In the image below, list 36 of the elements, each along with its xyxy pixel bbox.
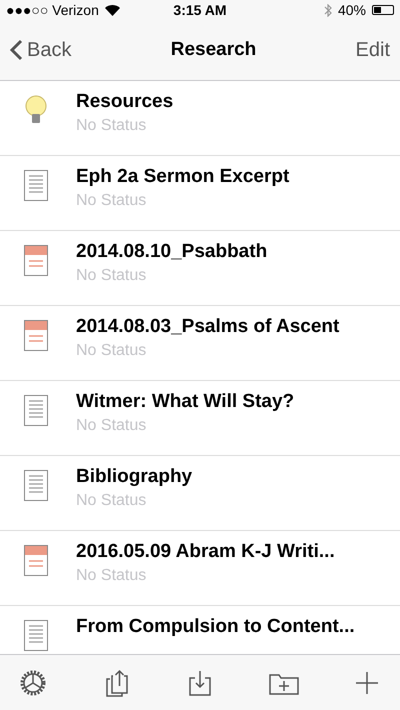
item-title[interactable]: 2014.08.10_Psabbath bbox=[76, 241, 268, 263]
item-title[interactable]: Witmer: What Will Stay? bbox=[76, 391, 294, 413]
pdf-file-icon bbox=[24, 320, 48, 351]
document-icon bbox=[24, 170, 48, 201]
screen-title: Research bbox=[170, 39, 256, 61]
item-title[interactable]: Eph 2a Sermon Excerpt bbox=[76, 166, 290, 188]
item-status: No Status bbox=[76, 267, 148, 285]
add-icon[interactable] bbox=[355, 670, 379, 694]
battery-percent: 40% bbox=[338, 2, 366, 18]
download-icon[interactable] bbox=[189, 670, 211, 696]
settings-icon[interactable] bbox=[19, 668, 47, 696]
pdf-file-icon bbox=[24, 245, 48, 276]
back-button[interactable]: Back bbox=[10, 38, 72, 62]
carrier-name: ●●●○○ Verizon bbox=[6, 2, 99, 18]
document-icon bbox=[24, 395, 48, 426]
item-status: No Status bbox=[76, 417, 148, 435]
battery-icon bbox=[372, 5, 394, 15]
item-status: No Status bbox=[76, 492, 148, 510]
document-icon bbox=[24, 470, 48, 501]
document-icon bbox=[24, 620, 48, 651]
item-status: No Status bbox=[76, 192, 148, 210]
chevron-left-icon bbox=[10, 39, 23, 61]
item-title[interactable]: Resources bbox=[76, 91, 174, 113]
item-status: No Status bbox=[76, 117, 148, 135]
item-title[interactable]: Bibliography bbox=[76, 466, 192, 488]
bluetooth-icon bbox=[324, 4, 332, 16]
wifi-icon bbox=[104, 4, 120, 16]
item-status: No Status bbox=[76, 567, 148, 585]
clock-time: 3:15 AM bbox=[173, 2, 227, 18]
item-status: No Status bbox=[76, 342, 148, 360]
item-title[interactable]: 2014.08.03_Psalms of Ascent bbox=[76, 316, 340, 338]
share-icon[interactable] bbox=[106, 668, 128, 696]
item-title[interactable]: From Compulsion to Content... bbox=[76, 616, 355, 638]
item-title[interactable]: 2016.05.09 Abram K-J Writi... bbox=[76, 541, 335, 563]
pdf-file-icon bbox=[24, 545, 48, 576]
edit-button[interactable]: Edit bbox=[356, 38, 390, 62]
